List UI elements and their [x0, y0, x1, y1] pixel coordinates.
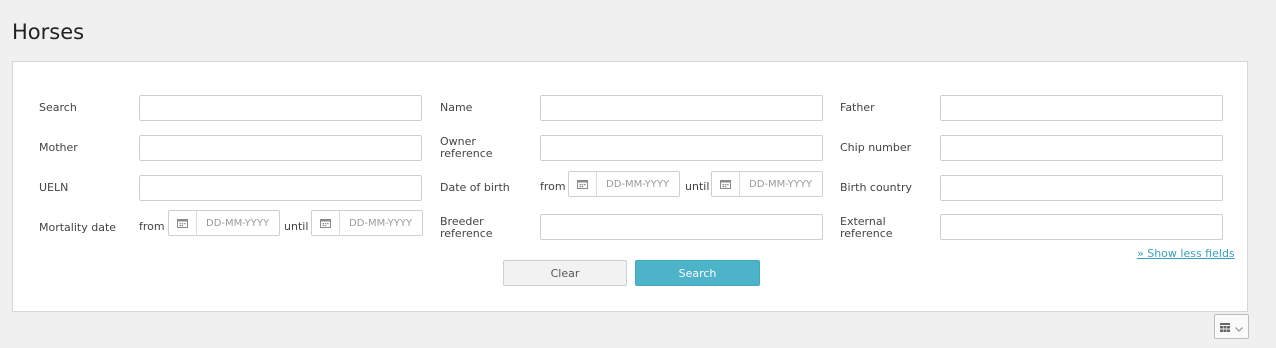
external-reference-input[interactable]	[940, 214, 1223, 240]
birth-country-label: Birth country	[840, 181, 912, 194]
clear-button[interactable]: Clear	[503, 260, 627, 286]
search-input[interactable]	[139, 95, 422, 121]
page-title: Horses	[12, 20, 85, 44]
search-label: Search	[39, 101, 77, 114]
show-less-fields-link[interactable]: » Show less fields	[1137, 247, 1235, 260]
chevron-down-icon	[1235, 317, 1243, 336]
mortality-date-label: Mortality date	[39, 221, 117, 234]
breeder-reference-label: Breeder reference	[440, 216, 493, 240]
ueln-input[interactable]	[139, 175, 422, 201]
date-of-birth-until-label: until	[685, 180, 710, 193]
external-reference-label-line2: reference	[840, 227, 893, 240]
mother-input[interactable]	[139, 135, 422, 161]
mortality-date-from-field[interactable]: DD-MM-YYYY	[168, 210, 280, 236]
owner-reference-label: Owner reference	[440, 136, 493, 160]
grid-view-icon	[1220, 317, 1230, 336]
ueln-label: UELN	[39, 181, 69, 194]
owner-reference-input[interactable]	[540, 135, 823, 161]
date-of-birth-from-placeholder: DD-MM-YYYY	[606, 178, 670, 190]
calendar-icon[interactable]	[712, 172, 740, 196]
date-of-birth-label: Date of birth	[440, 181, 510, 194]
external-reference-label: External reference	[840, 216, 893, 240]
name-input[interactable]	[540, 95, 823, 121]
father-input[interactable]	[940, 95, 1223, 121]
date-of-birth-from-label: from	[540, 180, 566, 193]
breeder-reference-label-line2: reference	[440, 227, 493, 240]
father-label: Father	[840, 101, 875, 114]
search-panel: Search Name Father Mother Owner referenc…	[12, 61, 1248, 312]
mortality-date-from-placeholder: DD-MM-YYYY	[206, 217, 270, 229]
calendar-icon[interactable]	[312, 211, 340, 235]
mortality-date-until-label: until	[284, 220, 309, 233]
birth-country-input[interactable]	[940, 175, 1223, 201]
date-of-birth-until-field[interactable]: DD-MM-YYYY	[711, 171, 823, 197]
date-of-birth-until-placeholder: DD-MM-YYYY	[749, 178, 813, 190]
calendar-icon[interactable]	[569, 172, 597, 196]
mother-label: Mother	[39, 141, 78, 154]
mortality-date-from-label: from	[139, 220, 165, 233]
breeder-reference-input[interactable]	[540, 214, 823, 240]
calendar-icon[interactable]	[169, 211, 197, 235]
chip-number-input[interactable]	[940, 135, 1223, 161]
chip-number-label: Chip number	[840, 141, 912, 154]
search-button[interactable]: Search	[635, 260, 760, 286]
view-toggle-button[interactable]	[1214, 314, 1249, 339]
mortality-date-until-field[interactable]: DD-MM-YYYY	[311, 210, 423, 236]
date-of-birth-from-field[interactable]: DD-MM-YYYY	[568, 171, 680, 197]
name-label: Name	[440, 101, 473, 114]
owner-reference-label-line2: reference	[440, 147, 493, 160]
mortality-date-until-placeholder: DD-MM-YYYY	[349, 217, 413, 229]
